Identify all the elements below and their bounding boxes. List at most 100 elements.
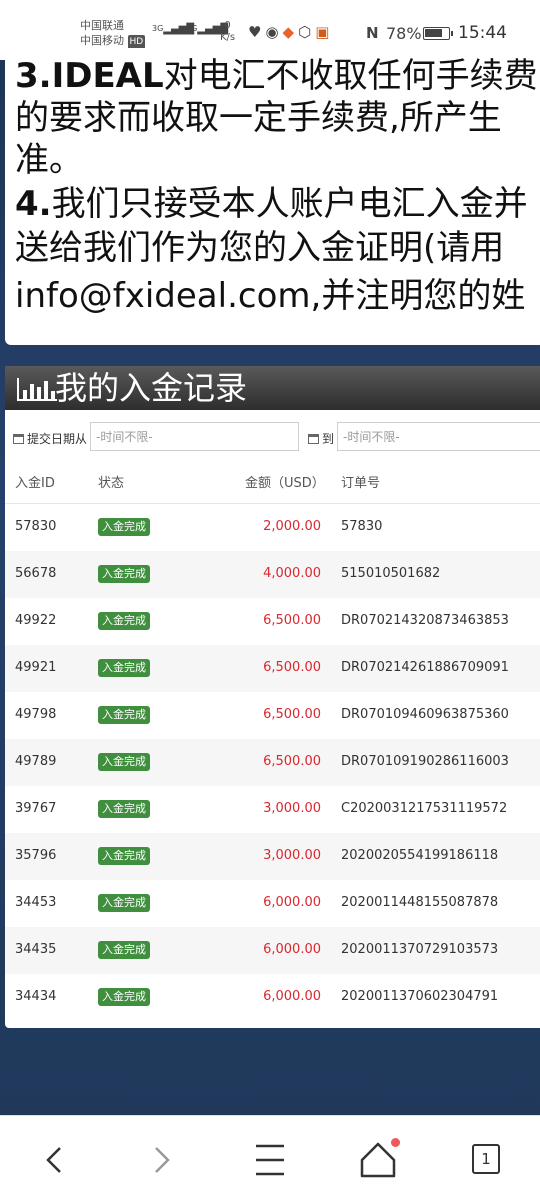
- status-badge: 入金完成: [98, 612, 150, 630]
- column-header-status: 状态: [98, 476, 125, 491]
- deposit-id: 57830: [15, 519, 57, 534]
- deposit-id: 49789: [15, 754, 57, 769]
- tabs-icon[interactable]: 1: [472, 1144, 500, 1174]
- table-header: 入金ID 状态 金额（USD） 订单号: [5, 457, 540, 504]
- column-header-order: 订单号: [341, 476, 381, 491]
- deposit-records-panel: 提交日期从 到 入金ID 状态 金额（USD） 订单号 57830 入金完成 2,0…: [5, 410, 540, 1028]
- filter-to-label: 到: [308, 430, 334, 447]
- notification-dot: [391, 1138, 400, 1147]
- notice-line-6: info@fxideal.com,并注明您的姓: [15, 276, 526, 316]
- notice-line-3: 准。: [15, 140, 83, 180]
- notice-line-4: 4.我们只接受本人账户电汇入金并: [15, 184, 528, 224]
- notice-line-1-num: 3.IDEAL: [15, 56, 164, 96]
- status-badge: 入金完成: [98, 894, 150, 912]
- amount: 6,500.00: [263, 754, 321, 769]
- app-icon: ▣: [315, 23, 330, 41]
- battery-tip: [451, 31, 453, 36]
- deposit-id: 35796: [15, 848, 57, 863]
- menu-icon[interactable]: [246, 1138, 294, 1182]
- shield-icon: ⬡: [298, 23, 312, 41]
- status-badge: 入金完成: [98, 518, 150, 536]
- amount: 6,500.00: [263, 707, 321, 722]
- deposit-notice-panel: 3.IDEAL对电汇不收取任何手续费 的要求而收取一定手续费,所产生 准。 4.…: [5, 48, 540, 345]
- order-number: 2020011448155087878: [341, 895, 499, 910]
- order-number: DR070109460963875360: [341, 707, 509, 722]
- table-row[interactable]: 34453 入金完成 6,000.00 2020011448155087878: [5, 880, 540, 927]
- table-row[interactable]: 34435 入金完成 6,000.00 2020011370729103573: [5, 927, 540, 974]
- notice-line-2: 的要求而收取一定手续费,所产生: [15, 98, 502, 138]
- amount: 6,000.00: [263, 942, 321, 957]
- status-badge: 入金完成: [98, 941, 150, 959]
- status-badge: 入金完成: [98, 753, 150, 771]
- order-number: DR070214320873463853: [341, 613, 509, 628]
- filter-from-text: 提交日期从: [27, 432, 88, 446]
- status-badge: 入金完成: [98, 565, 150, 583]
- order-number: 2020020554199186118: [341, 848, 499, 863]
- forward-icon[interactable]: [138, 1138, 186, 1182]
- order-number: DR070109190286116003: [341, 754, 509, 769]
- calendar-icon: [13, 434, 24, 444]
- carrier-1: 中国联通: [80, 19, 124, 32]
- notification-icons: ♥ ◉ ◆ ⬡ ▣: [248, 23, 333, 41]
- order-number: DR070214261886709091: [341, 660, 509, 675]
- back-icon[interactable]: [30, 1138, 78, 1182]
- status-badge: 入金完成: [98, 659, 150, 677]
- bar-chart-icon: [17, 378, 57, 401]
- heartbeat-icon: ♥: [248, 23, 262, 41]
- network-speed: 0 K/s: [220, 20, 235, 44]
- date-from-input[interactable]: [90, 422, 299, 451]
- table-row[interactable]: 35796 入金完成 3,000.00 2020020554199186118: [5, 833, 540, 880]
- table-row[interactable]: 49921 入金完成 6,500.00 DR070214261886709091: [5, 645, 540, 692]
- clock: 15:44: [458, 23, 507, 43]
- table-row[interactable]: 56678 入金完成 4,000.00 515010501682: [5, 551, 540, 598]
- order-number: 2020011370602304791: [341, 989, 499, 1004]
- amount: 3,000.00: [263, 801, 321, 816]
- page: 中国联通 中国移动 HD 3G▂▄▆█ 5G▂▄▆█ 0 K/s ♥ ◉ ◆ ⬡ ▣ N…: [0, 0, 540, 1200]
- deposit-id: 49798: [15, 707, 57, 722]
- filter-to-text: 到: [322, 432, 335, 446]
- notice-line-4-num: 4.: [15, 184, 52, 224]
- amount: 3,000.00: [263, 848, 321, 863]
- amount: 6,000.00: [263, 895, 321, 910]
- amount: 6,000.00: [263, 989, 321, 1004]
- status-badge: 入金完成: [98, 706, 150, 724]
- browser-bottom-nav: 1: [0, 1115, 540, 1200]
- column-header-amount: 金额（USD）: [245, 476, 325, 491]
- amount: 2,000.00: [263, 519, 321, 534]
- records-title: 我的入金记录: [55, 369, 248, 407]
- order-number: 2020011370729103573: [341, 942, 499, 957]
- deposit-id: 34435: [15, 942, 57, 957]
- net-2-label: 5G: [186, 24, 198, 33]
- amount: 6,500.00: [263, 613, 321, 628]
- date-to-input[interactable]: [337, 422, 540, 451]
- order-number: 515010501682: [341, 566, 441, 581]
- deposit-id: 49921: [15, 660, 57, 675]
- status-badge: 入金完成: [98, 847, 150, 865]
- notice-line-1-text: 对电汇不收取任何手续费: [163, 56, 538, 96]
- records-header: 我的入金记录: [5, 366, 540, 410]
- wechat-icon: ◉: [265, 23, 279, 41]
- table-row[interactable]: 49922 入金完成 6,500.00 DR070214320873463853: [5, 598, 540, 645]
- order-number: C2020031217531119572: [341, 801, 508, 816]
- table-row[interactable]: 57830 入金完成 2,000.00 57830: [5, 504, 540, 551]
- deposit-id: 39767: [15, 801, 57, 816]
- speed-value: 0: [224, 20, 231, 31]
- deposit-id: 34434: [15, 989, 57, 1004]
- status-badge: 入金完成: [98, 988, 150, 1006]
- table-row[interactable]: 39767 入金完成 3,000.00 C2020031217531119572: [5, 786, 540, 833]
- carrier-2: 中国移动: [80, 34, 124, 47]
- amount: 6,500.00: [263, 660, 321, 675]
- deposit-id: 34453: [15, 895, 57, 910]
- battery-icon: [423, 27, 450, 40]
- table-row[interactable]: 49789 入金完成 6,500.00 DR070109190286116003: [5, 739, 540, 786]
- calendar-icon: [308, 434, 319, 444]
- table-row[interactable]: 49798 入金完成 6,500.00 DR070109460963875360: [5, 692, 540, 739]
- net-1-label: 3G: [152, 24, 164, 33]
- notice-line-1: 3.IDEAL对电汇不收取任何手续费: [15, 56, 538, 96]
- deposit-id: 49922: [15, 613, 57, 628]
- table-row[interactable]: 34434 入金完成 6,000.00 2020011370602304791: [5, 974, 540, 1021]
- amount: 4,000.00: [263, 566, 321, 581]
- notice-line-5: 送给我们作为您的入金证明(请用: [15, 228, 505, 268]
- battery-percent: 78%: [386, 24, 422, 43]
- deposit-id: 56678: [15, 566, 57, 581]
